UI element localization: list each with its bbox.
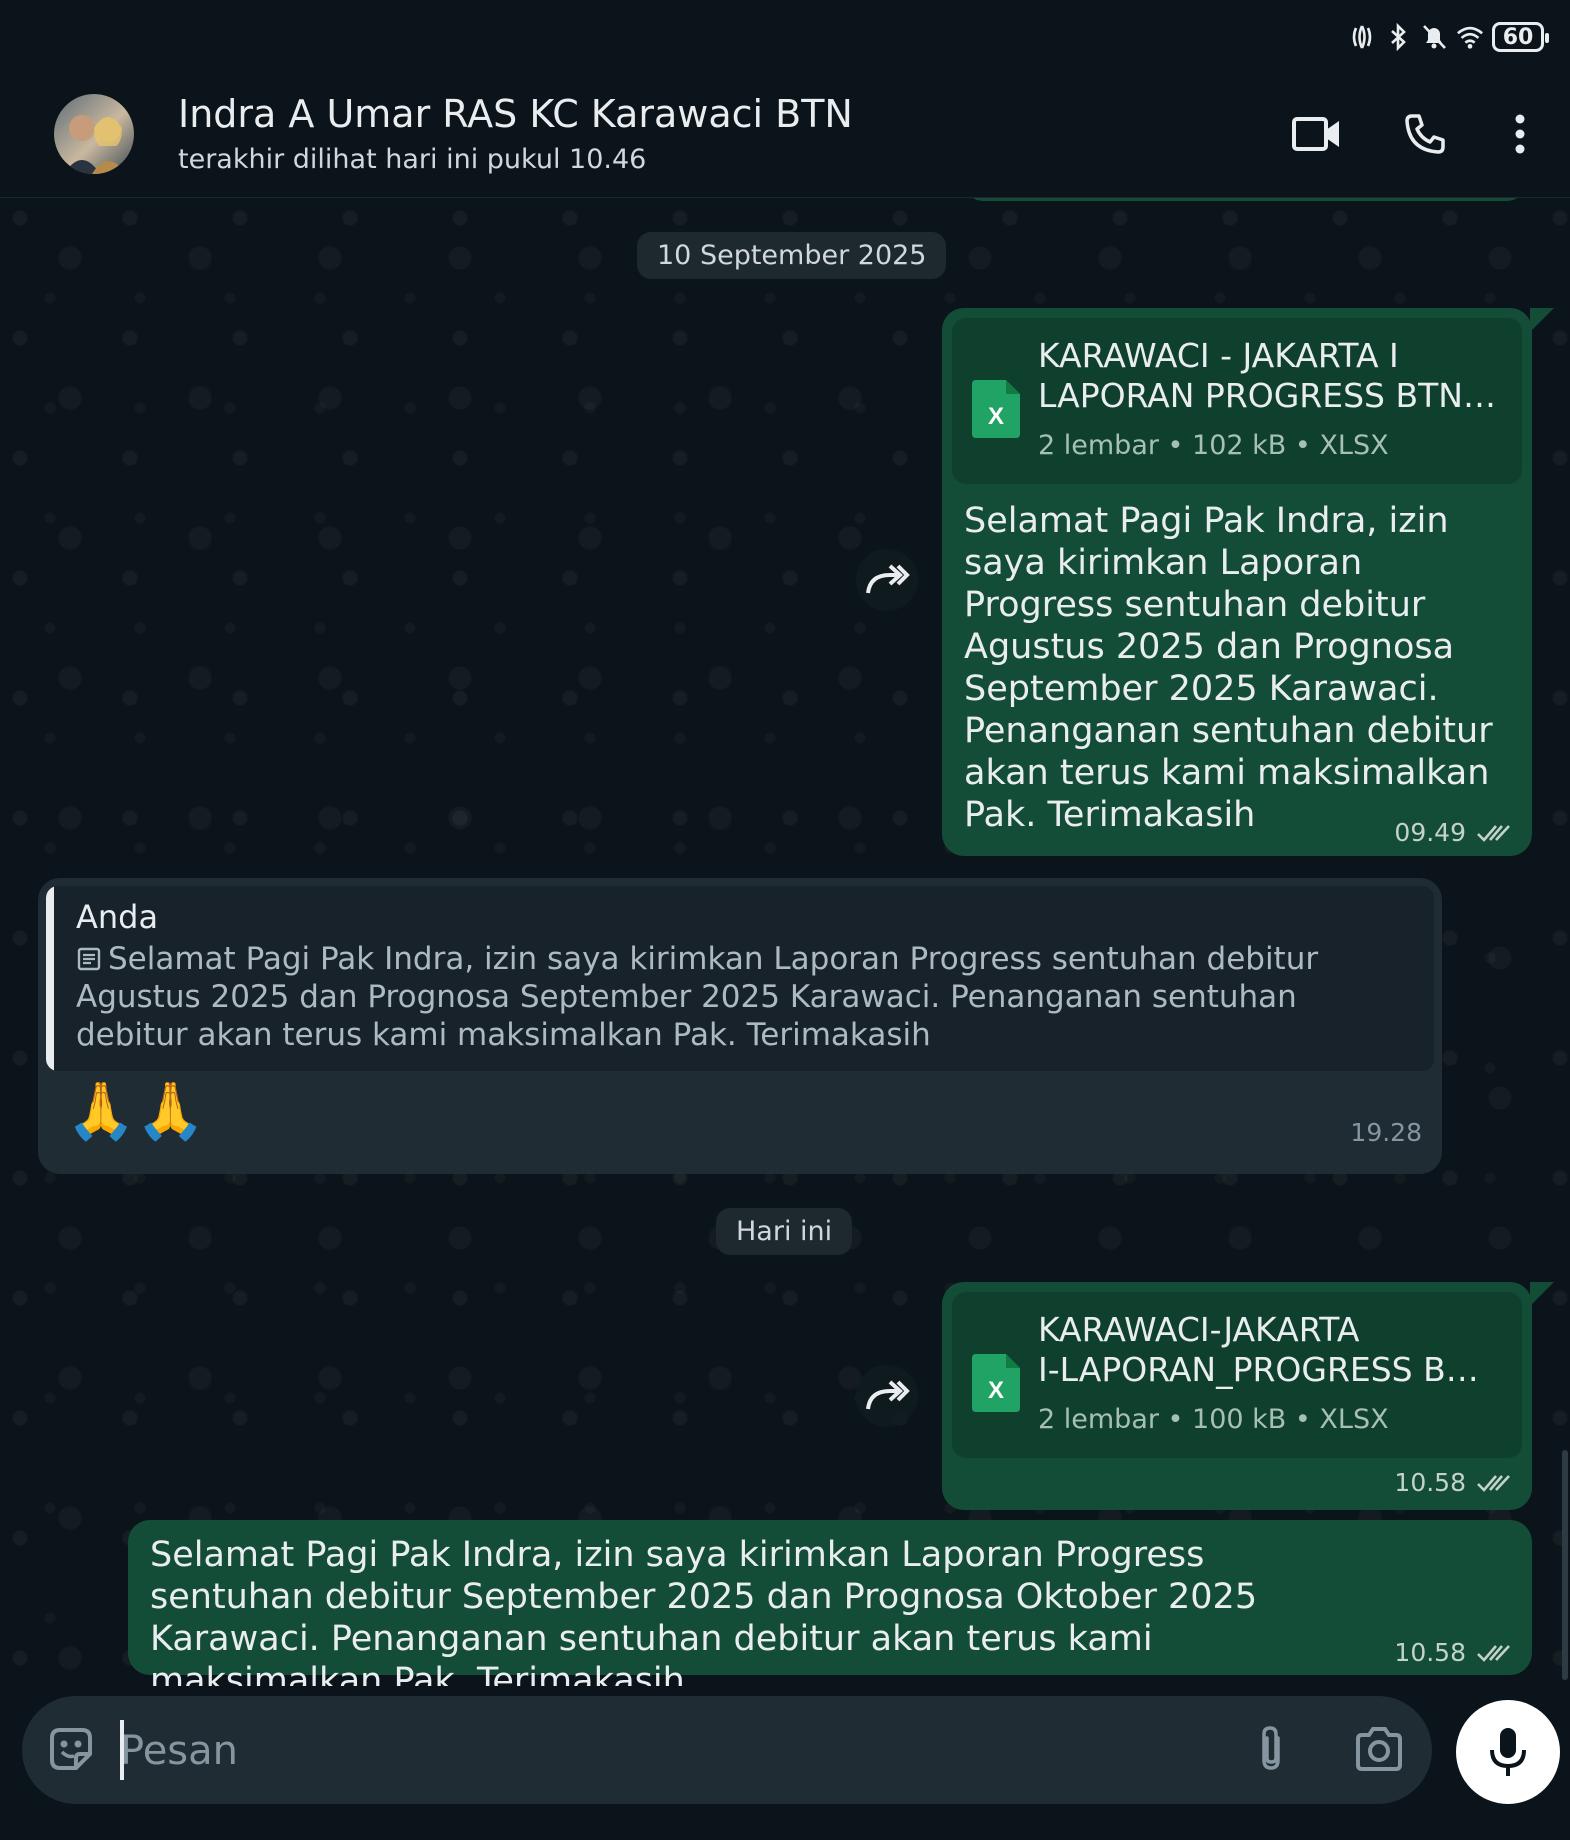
message-timestamp: 10.58 (1394, 1638, 1512, 1667)
outgoing-message-bubble[interactable]: X KARAWACI - JAKARTA I LAPORAN PROGRESS … (942, 308, 1554, 856)
more-options-icon (1515, 114, 1525, 154)
message-time: 09.49 (1394, 818, 1466, 847)
video-call-icon (1292, 117, 1339, 151)
message-time: 19.28 (1350, 1118, 1422, 1147)
composer-bar (0, 1450, 1570, 1840)
mute-icon (1420, 23, 1448, 51)
voice-message-button[interactable] (1456, 1700, 1560, 1804)
read-receipt-icon (1477, 824, 1510, 842)
chat-header: Indra A Umar RAS KC Karawaci BTN terakhi… (0, 72, 1570, 198)
document-meta: 2 lembar • 102 kB • XLSX (1038, 430, 1389, 461)
forward-icon (866, 1380, 910, 1410)
message-composer[interactable] (22, 1696, 1432, 1804)
date-divider: Hari ini (716, 1208, 853, 1255)
paperclip-icon (1262, 1726, 1280, 1770)
message-timestamp: 19.28 (1350, 1118, 1422, 1147)
message-time: 10.58 (1394, 1638, 1466, 1667)
document-icon (77, 947, 101, 971)
battery-icon: 60 (1492, 22, 1549, 52)
message-time: 10.58 (1394, 1468, 1466, 1497)
incoming-message-bubble[interactable]: Anda Selamat Pagi Pak Indra, izin saya k… (38, 878, 1442, 1174)
quote-text: Selamat Pagi Pak Indra, izin saya kirimk… (76, 940, 1394, 1054)
document-attachment[interactable]: X KARAWACI - JAKARTA I LAPORAN PROGRESS … (952, 318, 1522, 484)
forward-icon (866, 564, 910, 594)
microphone-icon (1490, 1728, 1526, 1776)
battery-level: 60 (1502, 24, 1534, 50)
message-timestamp: 09.49 (1394, 818, 1512, 847)
wifi-icon (1456, 23, 1484, 51)
emoji-message: 🙏🙏 (66, 1079, 206, 1144)
video-call-button[interactable] (1285, 102, 1349, 166)
camera-icon (1356, 1727, 1402, 1771)
message-text: Selamat Pagi Pak Indra, izin saya kirimk… (150, 1535, 1258, 1686)
voice-call-icon (1405, 114, 1445, 154)
attach-button[interactable] (1240, 1718, 1302, 1780)
read-receipt-icon (1477, 1474, 1510, 1492)
more-options-button[interactable] (1488, 102, 1552, 166)
document-title-line1: KARAWACI - JAKARTA I (1038, 336, 1399, 375)
quoted-message[interactable]: Anda Selamat Pagi Pak Indra, izin saya k… (46, 886, 1434, 1071)
document-meta: 2 lembar • 100 kB • XLSX (1038, 1404, 1389, 1435)
status-icons: 60 (1348, 18, 1549, 56)
previous-message-bubble[interactable] (965, 198, 1525, 201)
forward-button[interactable] (856, 1365, 918, 1427)
sticker-button[interactable] (40, 1718, 102, 1780)
svg-text:X: X (988, 403, 1004, 430)
document-title-line1: KARAWACI-JAKARTA (1038, 1310, 1360, 1349)
nfc-icon (1348, 23, 1376, 51)
voice-call-button[interactable] (1393, 102, 1457, 166)
message-text: Selamat Pagi Pak Indra, izin saya kirimk… (964, 501, 1493, 835)
scrollbar[interactable] (1562, 1450, 1568, 1680)
text-cursor (120, 1720, 124, 1780)
date-divider: 10 September 2025 (637, 232, 947, 279)
message-input[interactable] (118, 1712, 1182, 1790)
outgoing-message-bubble[interactable]: X KARAWACI-JAKARTA I-LAPORAN_PROGRESS B…… (942, 1282, 1554, 1510)
svg-text:X: X (988, 1377, 1004, 1404)
read-receipt-icon (1477, 1644, 1510, 1662)
outgoing-message-bubble[interactable]: Selamat Pagi Pak Indra, izin saya kirimk… (128, 1520, 1532, 1686)
sticker-icon (50, 1728, 92, 1770)
quote-text-content: Selamat Pagi Pak Indra, izin saya kirimk… (76, 941, 1319, 1053)
document-title-line2: I-LAPORAN_PROGRESS B… (1038, 1350, 1479, 1389)
xlsx-file-icon: X (972, 380, 1020, 438)
message-timestamp: 10.58 (1394, 1468, 1512, 1497)
forward-button[interactable] (856, 549, 918, 611)
quote-bar (46, 886, 54, 1071)
last-seen-status: terakhir dilihat hari ini pukul 10.46 (178, 144, 647, 175)
document-attachment[interactable]: X KARAWACI-JAKARTA I-LAPORAN_PROGRESS B…… (952, 1292, 1522, 1458)
chat-messages[interactable]: 10 September 2025 X KARAWACI - JAKARTA I… (0, 198, 1570, 1686)
status-bar: 60 (0, 0, 1570, 72)
contact-name[interactable]: Indra A Umar RAS KC Karawaci BTN (178, 92, 853, 136)
document-title-line2: LAPORAN PROGRESS BTN… (1038, 376, 1496, 415)
quote-author: Anda (76, 898, 159, 936)
camera-button[interactable] (1348, 1718, 1410, 1780)
xlsx-file-icon: X (972, 1354, 1020, 1412)
bluetooth-icon (1384, 23, 1412, 51)
avatar[interactable] (54, 94, 134, 174)
